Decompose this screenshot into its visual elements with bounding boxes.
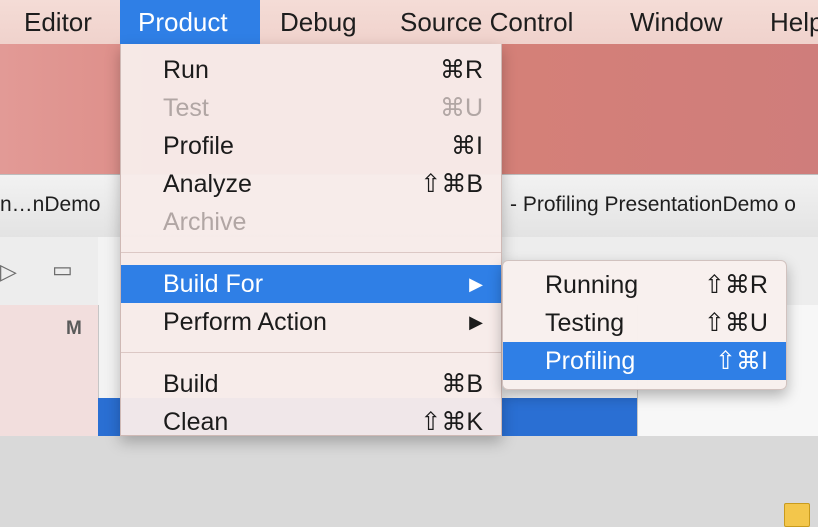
menu-item-test: Test ⌘U — [121, 89, 501, 127]
menu-item-label: Testing — [545, 309, 625, 337]
menu-item-label: Analyze — [163, 170, 252, 198]
menu-item-perform-action[interactable]: Perform Action ▶ — [121, 303, 501, 341]
comment-icon[interactable]: ▭ — [52, 257, 73, 283]
menu-item-label: Build For — [163, 270, 264, 298]
submenu-item-testing[interactable]: Testing ⇧⌘U — [503, 304, 786, 342]
menu-source-control[interactable]: Source Control — [382, 0, 591, 44]
menu-item-label: Running — [545, 271, 639, 299]
menu-item-label: Profile — [163, 132, 234, 160]
menu-item-shortcut: ⇧⌘K — [420, 408, 483, 436]
menu-item-profile[interactable]: Profile ⌘I — [121, 127, 501, 165]
menu-separator — [121, 352, 501, 353]
menu-item-label: Run — [163, 56, 209, 84]
menu-item-shortcut: ⇧⌘I — [715, 347, 768, 375]
menu-item-archive: Archive — [121, 203, 501, 241]
submenu-arrow-icon: ▶ — [469, 312, 483, 332]
submenu-arrow-icon: ▶ — [469, 274, 483, 294]
menu-item-label: Test — [163, 94, 209, 122]
menu-item-label: Profiling — [545, 347, 636, 375]
menu-editor[interactable]: Editor — [6, 0, 110, 44]
menu-help[interactable]: Help — [752, 0, 818, 44]
menu-item-build[interactable]: Build ⌘B — [121, 365, 501, 403]
tab-scheme-name[interactable]: n…nDemo — [0, 193, 100, 217]
navigator-sidebar — [0, 305, 99, 436]
menu-item-shortcut: ⌘U — [439, 94, 483, 122]
menu-item-shortcut: ⇧⌘U — [703, 309, 768, 337]
menu-product[interactable]: Product — [120, 0, 260, 44]
menu-item-shortcut: ⇧⌘B — [420, 170, 483, 198]
folder-icon[interactable] — [784, 503, 810, 527]
menu-item-run[interactable]: Run ⌘R — [121, 51, 501, 89]
menu-debug[interactable]: Debug — [262, 0, 375, 44]
menu-item-label: Clean — [163, 408, 229, 436]
menu-item-label: Build — [163, 370, 219, 398]
submenu-item-profiling[interactable]: Profiling ⇧⌘I — [503, 342, 786, 380]
menu-item-shortcut: ⌘B — [441, 370, 483, 398]
menu-item-label: Archive — [163, 208, 247, 236]
activity-status-text: - Profiling PresentationDemo o — [510, 193, 796, 216]
build-for-submenu: Running ⇧⌘R Testing ⇧⌘U Profiling ⇧⌘I — [502, 260, 787, 390]
menu-item-shortcut: ⌘I — [451, 132, 483, 160]
menu-item-label: Perform Action — [163, 308, 327, 336]
menu-item-shortcut: ⌘R — [439, 56, 483, 84]
source-control-status-label: M — [66, 318, 82, 339]
product-menu: Run ⌘R Test ⌘U Profile ⌘I Analyze ⇧⌘B Ar… — [120, 44, 502, 436]
tag-icon[interactable]: ▷ — [0, 259, 17, 285]
menu-item-analyze[interactable]: Analyze ⇧⌘B — [121, 165, 501, 203]
submenu-item-running[interactable]: Running ⇧⌘R — [503, 266, 786, 304]
menu-item-build-for[interactable]: Build For ▶ — [121, 265, 501, 303]
menu-window[interactable]: Window — [612, 0, 740, 44]
menu-bar: Editor Product Debug Source Control Wind… — [0, 0, 818, 45]
menu-separator — [121, 252, 501, 253]
menu-item-clean[interactable]: Clean ⇧⌘K — [121, 403, 501, 441]
menu-item-shortcut: ⇧⌘R — [703, 271, 768, 299]
